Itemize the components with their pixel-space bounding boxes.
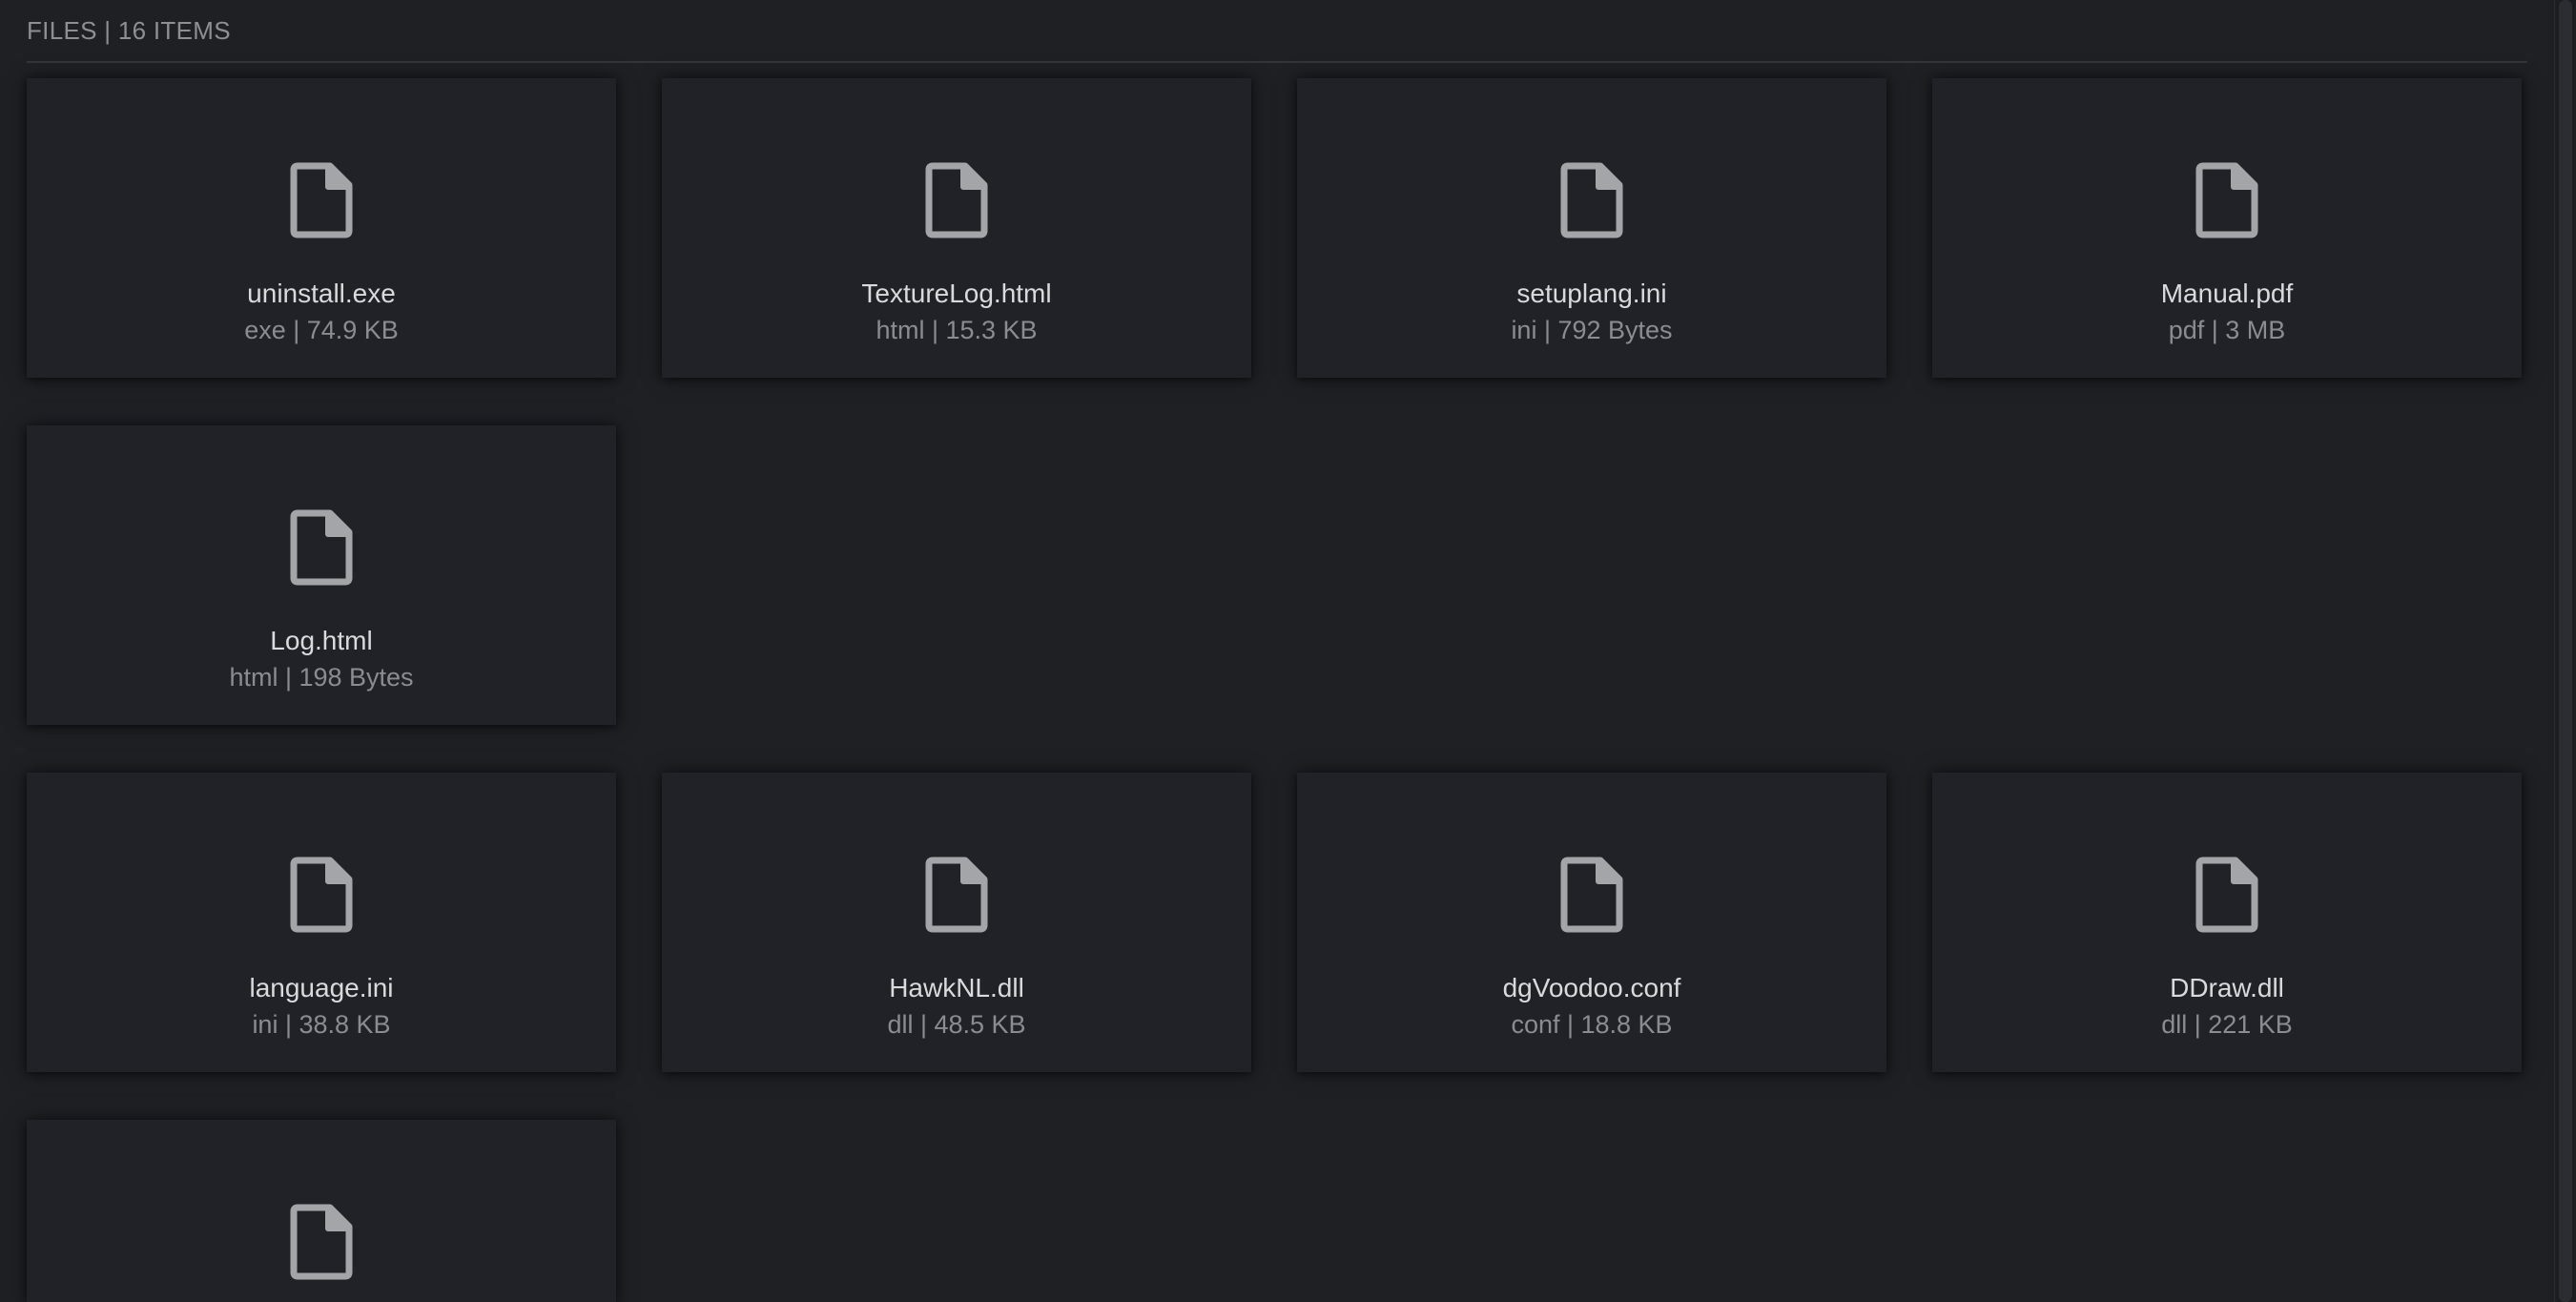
file-row: language.ini ini | 38.8 KB HawkNL.dll dl…	[27, 773, 2522, 1072]
file-card[interactable]: TextureLog.html html | 15.3 KB	[662, 78, 1251, 378]
file-card[interactable]: setuplang.ini ini | 792 Bytes	[1297, 78, 1886, 378]
file-icon	[1560, 857, 1623, 933]
file-name: TextureLog.html	[861, 279, 1052, 308]
file-meta: pdf | 3 MB	[2168, 316, 2286, 344]
file-name: HawkNL.dll	[889, 973, 1024, 1002]
file-meta: conf | 18.8 KB	[1511, 1010, 1673, 1039]
file-icon	[925, 857, 988, 933]
vertical-scrollbar[interactable]	[2554, 0, 2576, 1302]
files-header: FILES | 16 ITEMS	[27, 0, 2527, 63]
file-icon	[2195, 857, 2258, 933]
file-icon	[290, 509, 353, 586]
file-icon	[290, 162, 353, 238]
file-meta: exe | 74.9 KB	[244, 316, 399, 344]
file-icon	[290, 1204, 353, 1280]
file-icon	[290, 857, 353, 933]
file-browser: FILES | 16 ITEMS uninstall.exe exe | 74.…	[0, 0, 2576, 1302]
file-row	[27, 1120, 616, 1302]
file-card[interactable]	[27, 1120, 616, 1302]
file-row: Log.html html | 198 Bytes	[27, 425, 616, 725]
file-name: DDraw.dll	[2170, 973, 2284, 1002]
file-icon	[1560, 162, 1623, 238]
file-name: setuplang.ini	[1516, 279, 1667, 308]
file-meta: ini | 38.8 KB	[252, 1010, 391, 1039]
files-count-label: FILES | 16 ITEMS	[27, 15, 231, 45]
file-card[interactable]: Manual.pdf pdf | 3 MB	[1932, 78, 2522, 378]
file-meta: ini | 792 Bytes	[1511, 316, 1673, 344]
file-name: dgVoodoo.conf	[1502, 973, 1681, 1002]
file-icon	[2195, 162, 2258, 238]
file-row: uninstall.exe exe | 74.9 KB TextureLog.h…	[27, 78, 2522, 378]
file-card[interactable]: uninstall.exe exe | 74.9 KB	[27, 78, 616, 378]
file-name: Manual.pdf	[2160, 279, 2294, 308]
file-card[interactable]: DDraw.dll dll | 221 KB	[1932, 773, 2522, 1072]
file-meta: html | 198 Bytes	[229, 663, 414, 692]
scrollbar-thumb[interactable]	[2559, 0, 2572, 1302]
file-name: Log.html	[270, 626, 373, 655]
file-card[interactable]: Log.html html | 198 Bytes	[27, 425, 616, 725]
file-card[interactable]: dgVoodoo.conf conf | 18.8 KB	[1297, 773, 1886, 1072]
file-name: language.ini	[249, 973, 394, 1002]
file-icon	[925, 162, 988, 238]
file-meta: dll | 221 KB	[2161, 1010, 2293, 1039]
file-meta: dll | 48.5 KB	[887, 1010, 1026, 1039]
file-name: uninstall.exe	[247, 279, 396, 308]
file-card[interactable]: language.ini ini | 38.8 KB	[27, 773, 616, 1072]
file-card[interactable]: HawkNL.dll dll | 48.5 KB	[662, 773, 1251, 1072]
file-meta: html | 15.3 KB	[876, 316, 1038, 344]
